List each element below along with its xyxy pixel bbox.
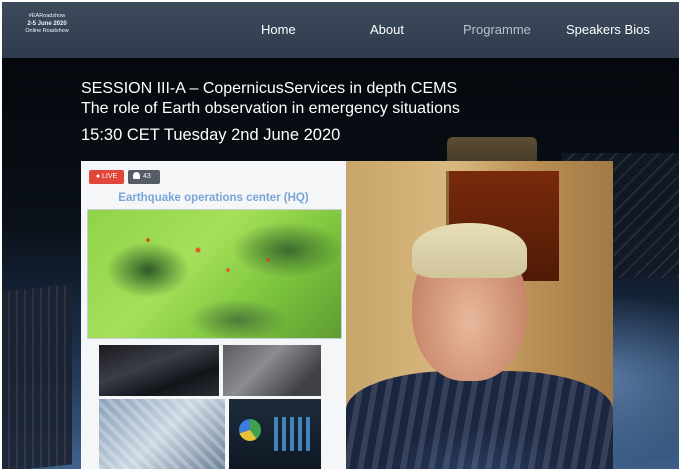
session-title: SESSION III-A – CopernicusServices in de… <box>81 80 458 97</box>
nav-about-link[interactable]: About <box>370 22 404 37</box>
speaker-hair <box>412 223 527 278</box>
aerial-damage-photo <box>223 345 321 396</box>
speaker-webcam-feed <box>346 161 613 469</box>
video-player[interactable]: ● LIVE 43 Earthquake operations center (… <box>81 161 613 469</box>
dashboard-screen-image <box>229 399 321 469</box>
top-navbar: #EARoadshow 2-5 June 2020 Online Roadsho… <box>2 2 679 58</box>
brand-dates: 2-5 June 2020 <box>27 20 67 27</box>
speaker-shirt <box>346 371 613 469</box>
satellite-solar-panel-left <box>2 284 72 469</box>
presentation-slide: ● LIVE 43 Earthquake operations center (… <box>81 161 346 469</box>
nav-home-link[interactable]: Home <box>261 22 296 37</box>
live-badge[interactable]: ● LIVE <box>89 170 124 184</box>
city-3d-model-image <box>99 399 225 469</box>
brand-tag: #EARoadshow <box>28 13 66 19</box>
session-subtitle: The role of Earth observation in emergen… <box>81 100 460 117</box>
viewer-count: 43 <box>143 173 151 180</box>
bar-chart-graphic <box>274 417 314 451</box>
pie-chart-graphic <box>239 419 261 441</box>
user-icon <box>133 172 140 179</box>
brand-subtitle: Online Roadshow <box>25 28 69 34</box>
nav-programme-link[interactable]: Programme <box>463 22 531 37</box>
event-brand-logo[interactable]: #EARoadshow 2-5 June 2020 Online Roadsho… <box>12 13 82 36</box>
viewer-count-badge[interactable]: 43 <box>128 170 160 184</box>
slide-heading: Earthquake operations center (HQ) <box>118 192 309 204</box>
session-time: 15:30 CET Tuesday 2nd June 2020 <box>81 126 341 144</box>
operations-room-photo <box>99 345 219 396</box>
nav-speakers-bios-link[interactable]: Speakers Bios <box>566 22 650 37</box>
browser-viewport: #EARoadshow 2-5 June 2020 Online Roadsho… <box>2 2 679 469</box>
earthquake-map-image <box>87 209 342 339</box>
